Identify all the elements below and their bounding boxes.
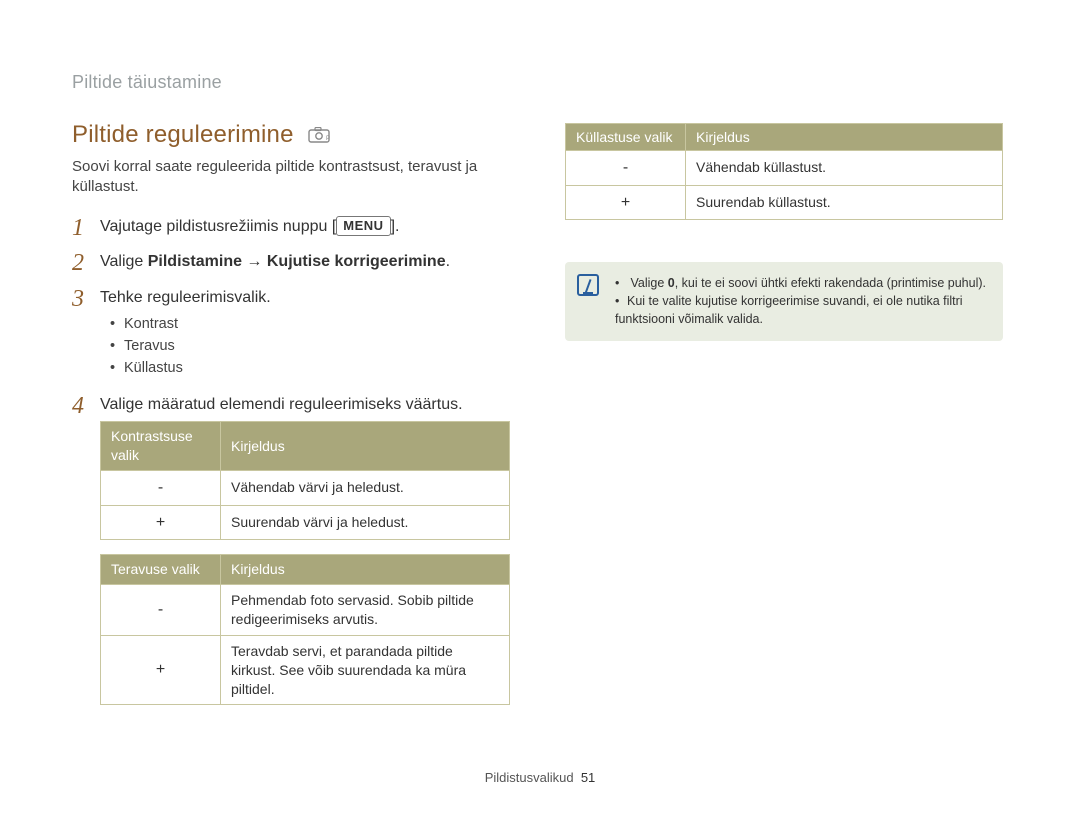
table-cell-sym: - [101, 470, 221, 505]
intro-text: Soovi korral saate reguleerida piltide k… [72, 157, 510, 198]
note-box: Valige 0, kui te ei soovi ühtki efekti r… [565, 262, 1003, 340]
step-3-item: Teravus [110, 336, 510, 358]
contrast-table: Kontrastsuse valik Kirjeldus - Vähendab … [100, 421, 510, 540]
footer-label: Pildistusvalikud [485, 770, 574, 785]
saturation-table: Küllastuse valik Kirjeldus - Vähendab kü… [565, 123, 1003, 220]
step-3-item: Küllastus [110, 358, 510, 380]
section-title: Piltide reguleerimine [72, 121, 294, 149]
table-cell-desc: Vähendab küllastust. [686, 151, 1003, 186]
table-header: Teravuse valik [101, 555, 221, 585]
table-header: Kontrastsuse valik [101, 422, 221, 471]
table-cell-desc: Suurendab küllastust. [686, 185, 1003, 220]
table-cell-desc: Pehmendab foto servasid. Sobib piltide r… [221, 584, 510, 635]
table-header: Kirjeldus [221, 555, 510, 585]
note-text: , kui te ei soovi ühtki efekti rakendada… [675, 276, 986, 290]
note-bold: 0 [668, 276, 675, 290]
step-2-bold: Pildistamine → Kujutise korrigeerimine [148, 253, 446, 270]
camera-icon: P [308, 127, 330, 143]
table-row: + Suurendab küllastust. [566, 185, 1003, 220]
page-number: 51 [581, 770, 595, 785]
table-row: - Vähendab küllastust. [566, 151, 1003, 186]
table-cell-sym: + [566, 185, 686, 220]
table-row: - Pehmendab foto servasid. Sobib piltide… [101, 584, 510, 635]
table-row: - Vähendab värvi ja heledust. [101, 470, 510, 505]
table-cell-desc: Suurendab värvi ja heledust. [221, 505, 510, 540]
table-header: Küllastuse valik [566, 124, 686, 151]
step-4: Valige määratud elemendi reguleerimiseks… [72, 394, 510, 706]
step-1-text-pre: Vajutage pildistusrežiimis nuppu [ [100, 218, 336, 235]
step-2: Valige Pildistamine → Kujutise korrigeer… [72, 251, 510, 273]
note-item: Kui te valite kujutise korrigeerimise su… [615, 292, 987, 328]
sharpness-table: Teravuse valik Kirjeldus - Pehmendab fot… [100, 554, 510, 705]
table-cell-sym: + [101, 635, 221, 705]
table-cell-sym: - [101, 584, 221, 635]
table-cell-desc: Vähendab värvi ja heledust. [221, 470, 510, 505]
step-2-text-post: . [446, 253, 450, 270]
table-cell-sym: - [566, 151, 686, 186]
table-row: + Suurendab värvi ja heledust. [101, 505, 510, 540]
table-cell-sym: + [101, 505, 221, 540]
table-header: Kirjeldus [221, 422, 510, 471]
table-header: Kirjeldus [686, 124, 1003, 151]
svg-text:P: P [326, 136, 330, 142]
note-icon [577, 274, 599, 296]
breadcrumb: Piltide täiustamine [72, 72, 1008, 93]
table-row: + Teravdab servi, et parandada piltide k… [101, 635, 510, 705]
step-1-text-post: ]. [391, 218, 400, 235]
step-3-item: Kontrast [110, 314, 510, 336]
step-3-text: Tehke reguleerimisvalik. [100, 289, 271, 306]
page-footer: Pildistusvalikud 51 [0, 770, 1080, 785]
step-1: Vajutage pildistusrežiimis nuppu [MENU]. [72, 216, 510, 238]
menu-button-label: MENU [336, 216, 390, 236]
step-2-text-pre: Valige [100, 253, 148, 270]
note-item: Valige 0, kui te ei soovi ühtki efekti r… [615, 274, 987, 292]
note-text: Valige [630, 276, 667, 290]
step-4-text: Valige määratud elemendi reguleerimiseks… [100, 396, 463, 413]
table-cell-desc: Teravdab servi, et parandada piltide kir… [221, 635, 510, 705]
step-3: Tehke reguleerimisvalik. Kontrast Teravu… [72, 287, 510, 380]
